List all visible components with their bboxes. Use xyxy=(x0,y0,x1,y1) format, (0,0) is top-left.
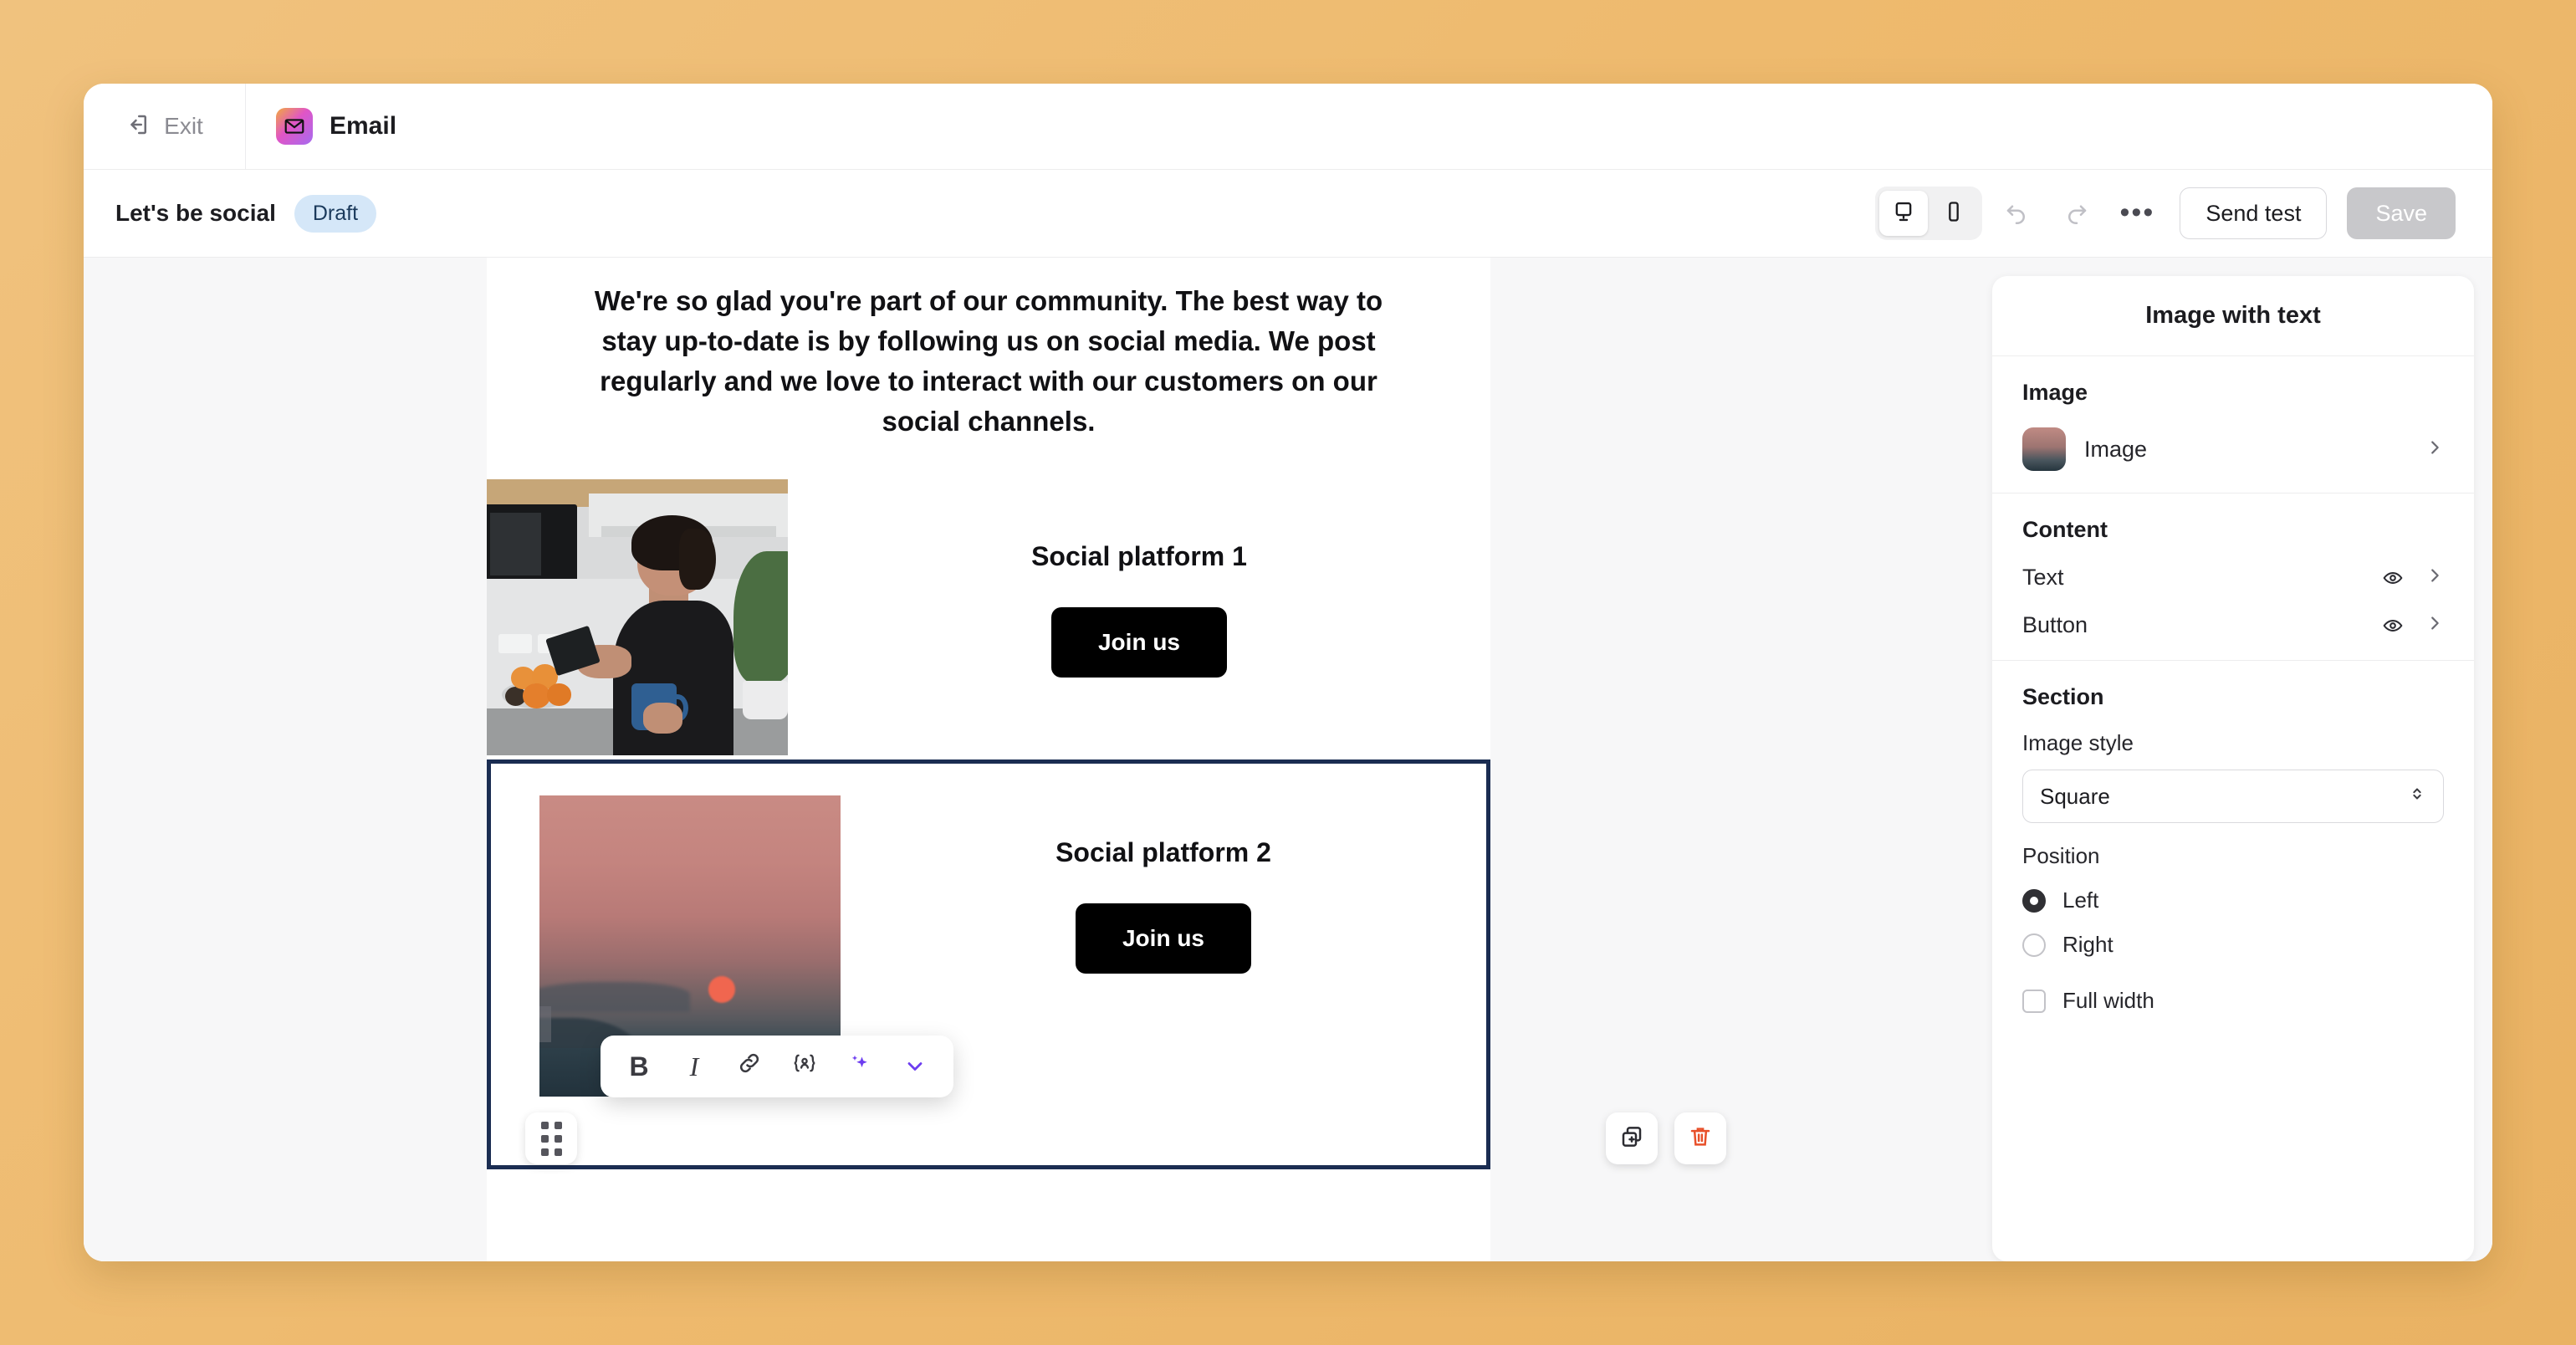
full-width-label: Full width xyxy=(2062,988,2154,1013)
properties-panel: Image with text Image Image Content Text… xyxy=(1974,258,2492,1261)
envelope-icon xyxy=(276,108,313,145)
image-style-select[interactable]: Square xyxy=(2022,770,2444,823)
personalization-button[interactable] xyxy=(783,1045,826,1088)
duplicate-section-button[interactable] xyxy=(1606,1112,1658,1164)
section-1-join-button[interactable]: Join us xyxy=(1050,607,1227,678)
exit-button[interactable]: Exit xyxy=(84,84,246,169)
personalization-token-icon xyxy=(791,1051,818,1082)
content-row-button-label: Button xyxy=(2022,612,2088,637)
email-canvas: We're so glad you're part of our communi… xyxy=(84,258,1974,1261)
panel-title: Image with text xyxy=(1992,276,2474,356)
radio-left[interactable] xyxy=(2022,888,2046,913)
undo-button[interactable] xyxy=(1991,189,2042,238)
chevron-right-icon xyxy=(2425,565,2444,591)
document-actions: ••• Send test Save xyxy=(1875,187,2456,240)
mobile-preview-button[interactable] xyxy=(1929,191,1978,236)
ai-assist-button[interactable] xyxy=(838,1045,882,1088)
image-row-label: Image xyxy=(2084,436,2148,462)
brand-area: Email xyxy=(246,84,396,169)
section-2-join-button[interactable]: Join us xyxy=(1075,903,1251,974)
content-row-text-label: Text xyxy=(2022,565,2064,590)
panel-section-group: Section Image style Square Position Left… xyxy=(1992,661,2474,1036)
content-group-label: Content xyxy=(2022,517,2108,542)
redo-arrow-icon xyxy=(2064,199,2089,228)
full-width-option[interactable]: Full width xyxy=(2022,988,2444,1014)
position-option-right[interactable]: Right xyxy=(2022,932,2444,958)
position-option-left[interactable]: Left xyxy=(2022,887,2444,913)
email-section-2-selected[interactable]: Social platform 2 Join us xyxy=(487,759,1490,1169)
image-row[interactable]: Image xyxy=(2022,427,2444,471)
delete-section-button[interactable] xyxy=(1674,1112,1726,1164)
image-style-value: Square xyxy=(2040,783,2110,809)
section-1-heading[interactable]: Social platform 1 xyxy=(1031,541,1247,572)
position-right-label: Right xyxy=(2062,932,2113,957)
image-thumbnail xyxy=(2022,427,2066,471)
undo-arrow-icon xyxy=(2004,199,2029,228)
section-actions xyxy=(1606,1112,1726,1164)
document-title: Let's be social xyxy=(115,200,276,226)
mobile-phone-icon xyxy=(1942,200,1965,228)
more-options-button[interactable]: ••• xyxy=(2111,189,2163,238)
chevron-right-icon xyxy=(2425,437,2444,463)
position-left-label: Left xyxy=(2062,887,2099,913)
panel-content-group: Content Text Button xyxy=(1992,494,2474,661)
top-bar: Exit Email xyxy=(84,84,2492,169)
document-bar: Let's be social Draft ••• Send test Save xyxy=(84,169,2492,258)
chevron-right-icon xyxy=(2425,612,2444,638)
full-width-checkbox[interactable] xyxy=(2022,989,2046,1013)
link-button[interactable] xyxy=(728,1045,771,1088)
email-section-1[interactable]: Social platform 1 Join us xyxy=(487,479,1490,755)
radio-right[interactable] xyxy=(2022,933,2046,957)
chevron-updown-icon xyxy=(2408,784,2426,810)
editor-body: We're so glad you're part of our communi… xyxy=(84,258,2492,1261)
position-label: Position xyxy=(2022,843,2100,868)
content-row-text[interactable]: Text xyxy=(2022,565,2444,591)
image-group-label: Image xyxy=(2022,380,2088,405)
email-sheet: We're so glad you're part of our communi… xyxy=(487,258,1490,1261)
kitchen-photo[interactable] xyxy=(487,479,788,755)
send-test-button[interactable]: Send test xyxy=(2180,187,2328,239)
intro-paragraph[interactable]: We're so glad you're part of our communi… xyxy=(570,281,1407,441)
section-group-label: Section xyxy=(2022,684,2104,709)
app-window: Exit Email Let's be social Draft ••• Sen… xyxy=(84,84,2492,1261)
trash-icon xyxy=(1688,1124,1713,1153)
brand-title: Email xyxy=(330,112,397,140)
exit-label: Exit xyxy=(164,113,203,139)
eye-icon[interactable] xyxy=(2382,615,2404,637)
redo-button[interactable] xyxy=(2051,189,2103,238)
status-badge: Draft xyxy=(294,194,377,233)
italic-button[interactable]: I xyxy=(672,1045,716,1088)
device-preview-toggle xyxy=(1875,187,1983,240)
save-button[interactable]: Save xyxy=(2347,187,2456,239)
desktop-preview-button[interactable] xyxy=(1879,191,1929,236)
ai-sparkle-icon xyxy=(846,1051,873,1082)
panel-image-group: Image Image xyxy=(1992,356,2474,494)
more-format-button[interactable] xyxy=(893,1045,937,1088)
text-format-toolbar: B I xyxy=(601,1036,953,1097)
exit-arrow-icon xyxy=(125,112,151,141)
drag-dots-icon[interactable] xyxy=(525,1112,577,1164)
content-row-button[interactable]: Button xyxy=(2022,612,2444,638)
image-style-label: Image style xyxy=(2022,730,2134,755)
duplicate-icon xyxy=(1619,1124,1644,1153)
link-icon xyxy=(737,1051,762,1082)
eye-icon[interactable] xyxy=(2382,567,2404,589)
section-2-heading[interactable]: Social platform 2 xyxy=(1055,837,1271,868)
bold-button[interactable]: B xyxy=(617,1045,661,1088)
desktop-monitor-icon xyxy=(1892,200,1915,228)
